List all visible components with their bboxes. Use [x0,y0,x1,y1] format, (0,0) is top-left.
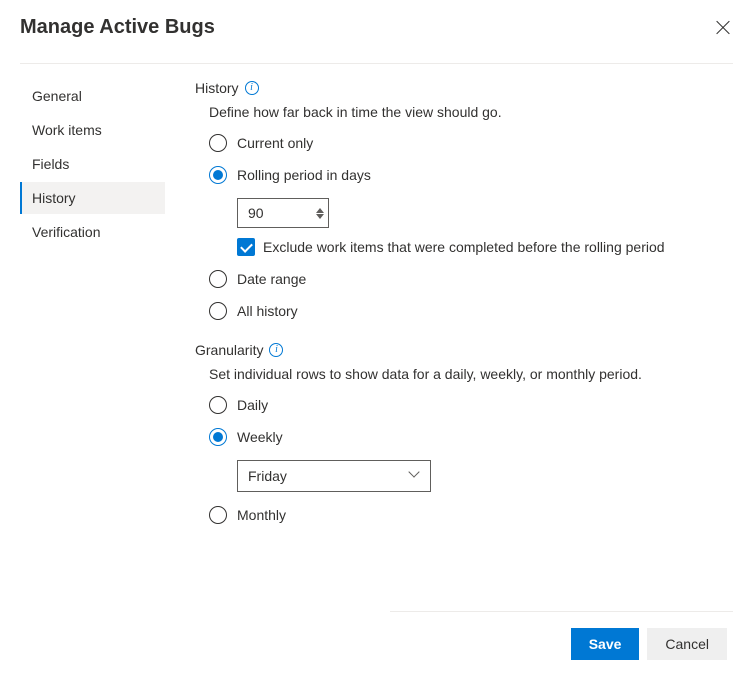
weekly-day-select[interactable]: Friday [237,460,431,492]
radio-icon [209,428,227,446]
sidebar-item-fields[interactable]: Fields [20,148,165,180]
dialog-footer: Save Cancel [390,611,733,684]
info-icon[interactable]: i [269,343,283,357]
granularity-section-title: Granularity [195,342,263,358]
weekly-sub: Friday [237,460,733,492]
radio-icon [209,506,227,524]
history-section-header: History i [195,80,733,96]
radio-monthly[interactable]: Monthly [209,506,733,524]
chevron-down-icon [410,471,420,481]
save-button[interactable]: Save [571,628,640,660]
radio-label: Date range [237,271,306,287]
checkbox-label: Exclude work items that were completed b… [263,239,665,255]
radio-label: All history [237,303,298,319]
chevron-down-icon[interactable] [316,214,324,220]
history-options: Current only Rolling period in days 90 [195,134,733,320]
radio-label: Rolling period in days [237,167,371,183]
cancel-button[interactable]: Cancel [647,628,727,660]
sidebar-item-general[interactable]: General [20,80,165,112]
close-icon[interactable] [713,18,733,38]
sidebar-item-work-items[interactable]: Work items [20,114,165,146]
radio-icon [209,396,227,414]
radio-current-only[interactable]: Current only [209,134,733,152]
exclude-checkbox-row[interactable]: Exclude work items that were completed b… [237,238,733,256]
radio-date-range[interactable]: Date range [209,270,733,288]
dialog-header: Manage Active Bugs [20,16,733,64]
radio-icon [209,302,227,320]
radio-icon [209,166,227,184]
sidebar: General Work items Fields History Verifi… [20,80,165,611]
info-icon[interactable]: i [245,81,259,95]
dialog: Manage Active Bugs General Work items Fi… [0,0,753,684]
radio-label: Monthly [237,507,286,523]
spinner [316,207,324,220]
radio-label: Current only [237,135,313,151]
history-description: Define how far back in time the view sho… [195,104,733,120]
radio-label: Weekly [237,429,283,445]
radio-label: Daily [237,397,268,413]
granularity-options: Daily Weekly Friday Monthl [195,396,733,524]
checkbox-icon [237,238,255,256]
rolling-days-input[interactable]: 90 [237,198,329,228]
history-section-title: History [195,80,239,96]
sidebar-item-verification[interactable]: Verification [20,216,165,248]
dialog-body: General Work items Fields History Verifi… [20,64,733,611]
sidebar-item-history[interactable]: History [20,182,165,214]
radio-rolling-period[interactable]: Rolling period in days [209,166,733,184]
radio-icon [209,270,227,288]
content-pane: History i Define how far back in time th… [165,80,733,611]
granularity-section: Granularity i Set individual rows to sho… [195,342,733,524]
radio-weekly[interactable]: Weekly [209,428,733,446]
rolling-period-sub: 90 Exclude work items that were complete… [237,198,733,256]
select-value: Friday [248,468,287,484]
chevron-up-icon[interactable] [316,207,324,213]
granularity-description: Set individual rows to show data for a d… [195,366,733,382]
rolling-days-value: 90 [248,205,316,221]
radio-daily[interactable]: Daily [209,396,733,414]
granularity-section-header: Granularity i [195,342,733,358]
radio-all-history[interactable]: All history [209,302,733,320]
dialog-title: Manage Active Bugs [20,16,215,39]
radio-icon [209,134,227,152]
